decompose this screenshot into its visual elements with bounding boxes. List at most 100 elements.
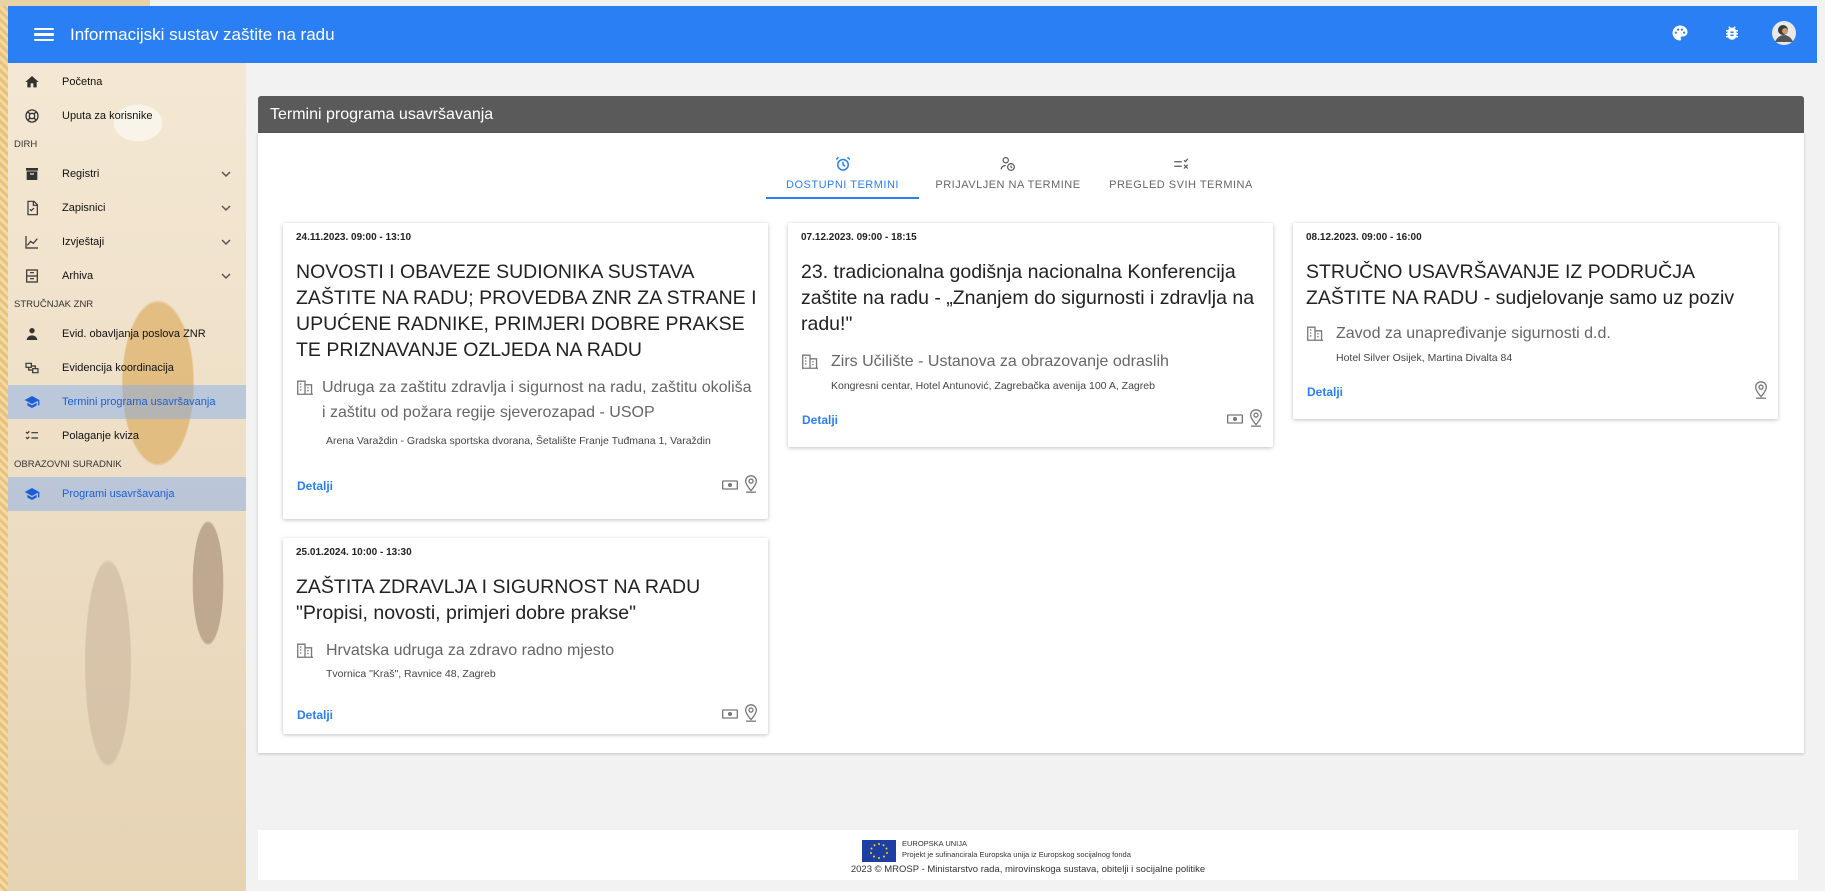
sidebar-item-evid-poslova[interactable]: Evid. obavljanja poslova ZNR — [8, 317, 246, 351]
event-location: Kongresni centar, Hotel Antunović, Zagre… — [831, 380, 1155, 392]
sidebar-item-uputa[interactable]: Uputa za korisnike — [8, 99, 246, 133]
chevron-down-icon — [220, 236, 232, 251]
top-app-bar: Informacijski sustav zaštite na radu — [8, 6, 1817, 63]
event-title: ZAŠTITA ZDRAVLJA I SIGURNOST NA RADU "Pr… — [296, 576, 701, 624]
sidebar: Početna Uputa za korisnike DIRH Registri… — [8, 63, 246, 891]
event-location: Hotel Silver Osijek, Martina Divalta 84 — [1336, 352, 1513, 364]
money-icon — [722, 707, 738, 725]
tab-bar: DOSTUPNI TERMINI PRIJAVLJEN NA TERMINE P… — [766, 153, 1265, 199]
tab-label: PRIJAVLJEN NA TERMINE — [935, 179, 1081, 191]
panel-body: DOSTUPNI TERMINI PRIJAVLJEN NA TERMINE P… — [258, 133, 1804, 753]
building-icon — [296, 375, 314, 425]
location-pin-icon[interactable] — [744, 704, 758, 727]
location-pin-icon[interactable] — [1754, 381, 1768, 404]
eu-label: EUROPSKA UNIJA — [902, 839, 968, 848]
event-organizer: Udruga za zaštitu zdravlja i sigurnost n… — [296, 375, 758, 425]
sidebar-item-polaganje-kviza[interactable]: Polaganje kviza — [8, 419, 246, 453]
sidebar-item-label: Uputa za korisnike — [62, 110, 153, 122]
event-date: 07.12.2023. 09:00 - 18:15 — [801, 232, 917, 243]
details-link[interactable]: Detalji — [1307, 385, 1343, 399]
chevron-down-icon — [220, 270, 232, 285]
sidebar-item-label: Evidencija koordinacija — [62, 362, 174, 374]
sidebar-section-znr: STRUČNJAK ZNR — [14, 299, 94, 310]
main-panel: Termini programa usavršavanja DOSTUPNI T… — [258, 96, 1804, 753]
eu-flag-icon — [862, 840, 896, 862]
coordination-icon — [22, 358, 42, 378]
event-organizer: Zirs Učilište - Ustanova za obrazovanje … — [801, 349, 1263, 374]
sidebar-section-dirh: DIRH — [14, 139, 38, 150]
sidebar-item-label: Početna — [62, 76, 103, 88]
archive-icon — [22, 164, 42, 184]
event-card: 08.12.2023. 09:00 - 16:00 STRUČNO USAVRŠ… — [1293, 223, 1778, 419]
archive-box-icon — [22, 266, 42, 286]
event-location: Tvornica "Kraš", Ravnice 48, Zagreb — [326, 668, 496, 680]
sidebar-item-arhiva[interactable]: Arhiva — [8, 259, 246, 293]
sidebar-item-programi[interactable]: Programi usavršavanja — [8, 477, 246, 511]
sidebar-item-zapisnici[interactable]: Zapisnici — [8, 191, 246, 225]
building-icon — [296, 638, 318, 663]
tab-pregled-svih[interactable]: PREGLED SVIH TERMINA — [1097, 153, 1265, 199]
details-link[interactable]: Detalji — [297, 479, 333, 493]
chevron-down-icon — [220, 202, 232, 217]
details-link[interactable]: Detalji — [802, 413, 838, 427]
event-title: 23. tradicionalna godišnja nacionalna Ko… — [801, 261, 1255, 335]
sidebar-item-evidencija-koordinacija[interactable]: Evidencija koordinacija — [8, 351, 246, 385]
eu-text: EUROPSKA UNIJA Projekt je sufinancirala … — [902, 838, 1131, 860]
event-card: 24.11.2023. 09:00 - 13:10 NOVOSTI I OBAV… — [283, 223, 768, 519]
chevron-down-icon — [220, 168, 232, 183]
event-location: Arena Varaždin - Gradska sportska dvoran… — [326, 435, 711, 447]
sidebar-item-label: Zapisnici — [62, 202, 106, 214]
location-pin-icon[interactable] — [744, 475, 758, 498]
money-icon — [722, 478, 738, 496]
building-icon — [801, 349, 823, 374]
checklist-icon — [22, 426, 42, 446]
chart-icon — [22, 232, 42, 252]
bug-icon[interactable] — [1719, 20, 1745, 46]
sidebar-item-label: Termini programa usavršavanja — [62, 396, 216, 408]
sidebar-item-registri[interactable]: Registri — [8, 157, 246, 191]
tab-dostupni-termini[interactable]: DOSTUPNI TERMINI — [766, 153, 919, 199]
money-icon — [1227, 412, 1243, 430]
sidebar-section-obrazovni: OBRAZOVNI SURADNIK — [14, 459, 122, 470]
tab-label: PREGLED SVIH TERMINA — [1109, 179, 1253, 191]
tab-prijavljen[interactable]: PRIJAVLJEN NA TERMINE — [919, 153, 1097, 199]
event-date: 24.11.2023. 09:00 - 13:10 — [296, 232, 412, 243]
sidebar-item-pocetna[interactable]: Početna — [8, 65, 246, 99]
details-link[interactable]: Detalji — [297, 708, 333, 722]
event-date: 08.12.2023. 09:00 - 16:00 — [1306, 232, 1422, 243]
app-title: Informacijski sustav zaštite na radu — [70, 24, 335, 44]
palette-icon[interactable] — [1667, 20, 1693, 46]
event-card: 07.12.2023. 09:00 - 18:15 23. tradiciona… — [788, 223, 1273, 447]
sidebar-item-label: Polaganje kviza — [62, 430, 140, 442]
document-icon — [22, 198, 42, 218]
sidebar-item-label: Izvještaji — [62, 236, 105, 248]
sidebar-item-label: Programi usavršavanja — [62, 488, 175, 500]
school-icon — [22, 392, 42, 412]
sidebar-item-termini[interactable]: Termini programa usavršavanja — [8, 385, 246, 419]
outer-frame-left — [0, 0, 8, 891]
home-icon — [22, 72, 42, 92]
event-date: 25.01.2024. 10:00 - 13:30 — [296, 547, 412, 558]
list-icon — [1097, 153, 1265, 175]
event-organizer: Zavod za unapređivanje sigurnosti d.d. — [1306, 321, 1768, 346]
avatar[interactable] — [1771, 20, 1797, 46]
building-icon — [1306, 321, 1328, 346]
panel-title: Termini programa usavršavanja — [258, 96, 1804, 133]
sidebar-item-label: Registri — [62, 168, 100, 180]
tab-label: DOSTUPNI TERMINI — [786, 179, 899, 191]
sidebar-item-izvjestaji[interactable]: Izvještaji — [8, 225, 246, 259]
sidebar-item-label: Evid. obavljanja poslova ZNR — [62, 328, 206, 340]
person-icon — [22, 324, 42, 344]
footer-copyright: 2023 © MROSP - Ministarstvo rada, mirovi… — [850, 864, 1206, 875]
person-clock-icon — [919, 153, 1097, 175]
event-card: 25.01.2024. 10:00 - 13:30 ZAŠTITA ZDRAVL… — [283, 538, 768, 734]
event-organizer: Hrvatska udruga za zdravo radno mjesto — [296, 638, 758, 663]
event-title: STRUČNO USAVRŠAVANJE IZ PODRUČJA ZAŠTITE… — [1306, 261, 1735, 309]
footer: EUROPSKA UNIJA Projekt je sufinancirala … — [258, 830, 1798, 880]
school-icon — [22, 484, 42, 504]
menu-icon[interactable] — [34, 27, 54, 42]
event-title: NOVOSTI I OBAVEZE SUDIONIKA SUSTAVA ZAŠT… — [296, 261, 757, 361]
location-pin-icon[interactable] — [1249, 409, 1263, 432]
eu-funding-note: Projekt je sufinancirala Europska unija … — [902, 850, 1131, 859]
alarm-icon — [766, 153, 919, 175]
